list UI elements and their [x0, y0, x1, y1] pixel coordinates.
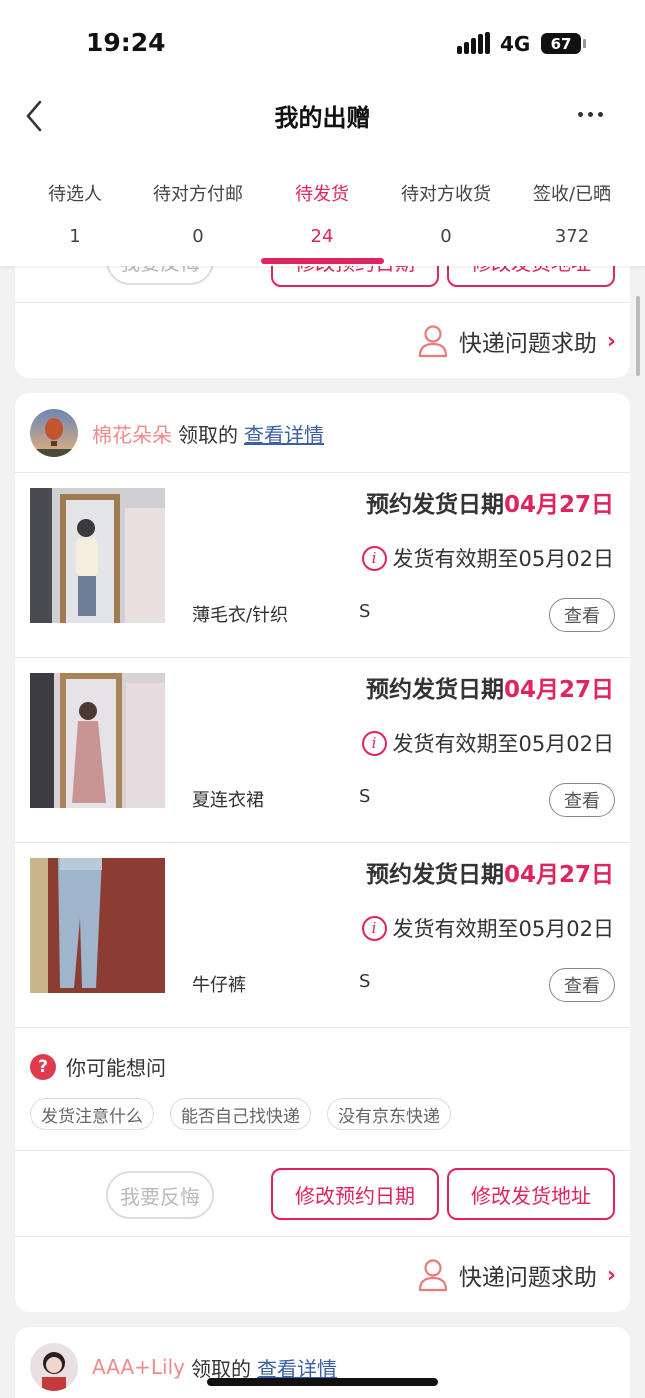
- faq-chip[interactable]: 发货注意什么: [30, 1098, 154, 1130]
- item-size: S: [359, 786, 371, 807]
- shipping-help-link[interactable]: 快递问题求助 ›: [417, 1258, 616, 1292]
- battery-cap: [583, 39, 586, 48]
- status-tabs: 待选人 1 待对方付邮 0 待发货 24 待对方收货 0 签收/已晒 372: [0, 148, 645, 266]
- active-tab-indicator: [261, 258, 384, 264]
- more-icon[interactable]: [578, 104, 612, 124]
- tab-count: 1: [69, 226, 81, 247]
- view-details-link[interactable]: 查看详情: [244, 419, 324, 448]
- faq-chip[interactable]: 没有京东快递: [327, 1098, 451, 1130]
- order-card: AAA+Lily 领取的 查看详情: [15, 1327, 630, 1398]
- tab-count: 0: [440, 226, 452, 247]
- view-button[interactable]: 查看: [549, 598, 615, 632]
- item-photo[interactable]: [30, 673, 165, 808]
- tab-label: 待对方付邮: [153, 184, 243, 205]
- view-button[interactable]: 查看: [549, 968, 615, 1002]
- item-size: S: [359, 971, 371, 992]
- divider: [15, 1150, 630, 1151]
- claimer-name: 棉花朵朵: [92, 422, 172, 447]
- faq-chip[interactable]: 能否自己找快递: [170, 1098, 311, 1130]
- info-icon: i: [361, 545, 387, 571]
- nav-bar: 我的出赠: [0, 86, 645, 148]
- home-indicator[interactable]: [207, 1378, 438, 1386]
- expire-date: i 发货有效期至05月02日: [361, 913, 614, 943]
- change-date-button[interactable]: 修改预约日期: [271, 1168, 439, 1220]
- tab-pending-postage[interactable]: 待对方付邮 0: [138, 148, 258, 266]
- item-photo[interactable]: [30, 858, 165, 993]
- person-icon: [418, 325, 448, 358]
- tab-count: 372: [554, 226, 590, 247]
- page-title: 我的出赠: [274, 104, 371, 132]
- scrollbar[interactable]: [636, 296, 640, 376]
- item-size: S: [359, 601, 371, 622]
- battery-icon: 67: [541, 33, 581, 54]
- tab-pending-receipt[interactable]: 待对方收货 0: [386, 148, 506, 266]
- tab-count: 24: [310, 226, 334, 247]
- divider: [15, 1236, 630, 1237]
- item-name: 薄毛衣/针织: [192, 605, 289, 626]
- list-item: 预约发货日期04月27日 i 发货有效期至05月02日 夏连衣裙 S 查看: [15, 658, 630, 843]
- divider: [15, 302, 630, 303]
- network-type: 4G: [500, 32, 531, 56]
- list-item: 预约发货日期04月27日 i 发货有效期至05月02日 薄毛衣/针织 S 查看: [15, 473, 630, 658]
- person-icon: [418, 1259, 448, 1292]
- tab-received[interactable]: 签收/已晒 372: [512, 148, 632, 266]
- avatar[interactable]: [30, 409, 78, 457]
- signal-icon: [457, 32, 491, 54]
- item-name: 牛仔裤: [192, 975, 246, 996]
- claimed-text: 领取的: [178, 422, 238, 447]
- tab-label: 待对方收货: [401, 184, 491, 205]
- status-bar: 19:24 4G 67: [0, 0, 645, 86]
- expire-date: i 发货有效期至05月02日: [361, 728, 614, 758]
- shipping-help-link[interactable]: 快递问题求助 ›: [417, 324, 616, 358]
- status-time: 19:24: [86, 28, 166, 57]
- claimer-row: 棉花朵朵 领取的 查看详情: [30, 409, 324, 457]
- item-name: 夏连衣裙: [192, 790, 264, 811]
- tab-pending-shipment[interactable]: 待发货 24: [262, 148, 382, 266]
- avatar[interactable]: [30, 1343, 78, 1391]
- ship-date: 预约发货日期04月27日: [365, 677, 614, 703]
- faq-section: ? 你可能想问 发货注意什么 能否自己找快递 没有京东快递: [15, 1028, 630, 1150]
- item-photo[interactable]: [30, 488, 165, 623]
- tab-count: 0: [192, 226, 204, 247]
- info-icon: i: [361, 730, 387, 756]
- view-button[interactable]: 查看: [549, 783, 615, 817]
- faq-chips: 发货注意什么 能否自己找快递 没有京东快递: [30, 1098, 451, 1130]
- chevron-right-icon: ›: [606, 1262, 616, 1288]
- faq-title: ? 你可能想问: [30, 1052, 166, 1081]
- tab-label: 待发货: [295, 184, 349, 205]
- order-card: 棉花朵朵 领取的 查看详情 预约发货日期04月27日 i 发货有效期至05月02日…: [15, 393, 630, 1312]
- help-label: 快递问题求助: [458, 331, 597, 357]
- tab-pending-selection[interactable]: 待选人 1: [20, 148, 130, 266]
- change-address-button[interactable]: 修改发货地址: [447, 1168, 615, 1220]
- question-icon: ?: [30, 1053, 56, 1080]
- tab-label: 签收/已晒: [532, 184, 612, 205]
- regret-button[interactable]: 我要反悔: [106, 1171, 214, 1219]
- tab-label: 待选人: [48, 184, 102, 205]
- chevron-right-icon: ›: [606, 328, 616, 354]
- info-icon: i: [361, 915, 387, 941]
- ship-date: 预约发货日期04月27日: [365, 492, 614, 518]
- expire-date: i 发货有效期至05月02日: [361, 543, 614, 573]
- list-item: 预约发货日期04月27日 i 发货有效期至05月02日 牛仔裤 S 查看: [15, 843, 630, 1028]
- ship-date: 预约发货日期04月27日: [365, 862, 614, 888]
- help-label: 快递问题求助: [458, 1265, 597, 1291]
- claimer-name: AAA+Lily: [92, 1355, 186, 1379]
